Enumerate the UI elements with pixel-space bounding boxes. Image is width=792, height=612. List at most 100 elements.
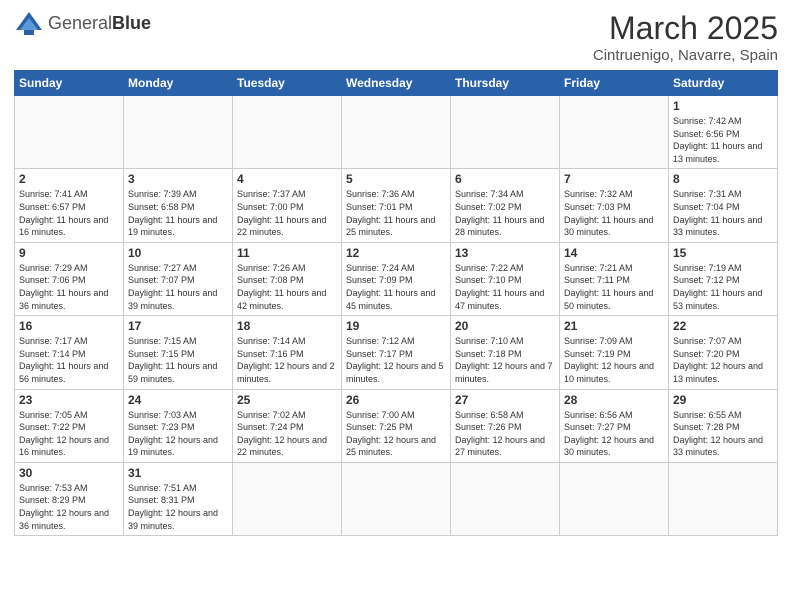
day-number: 15	[673, 246, 773, 260]
day-info: Sunrise: 7:53 AM Sunset: 8:29 PM Dayligh…	[19, 482, 119, 532]
header-row: Sunday Monday Tuesday Wednesday Thursday…	[15, 71, 778, 96]
day-number: 27	[455, 393, 555, 407]
day-number: 6	[455, 172, 555, 186]
table-row	[451, 462, 560, 535]
col-saturday: Saturday	[669, 71, 778, 96]
day-number: 28	[564, 393, 664, 407]
day-info: Sunrise: 6:56 AM Sunset: 7:27 PM Dayligh…	[564, 409, 664, 459]
table-row: 26Sunrise: 7:00 AM Sunset: 7:25 PM Dayli…	[342, 389, 451, 462]
day-info: Sunrise: 7:42 AM Sunset: 6:56 PM Dayligh…	[673, 115, 773, 165]
day-info: Sunrise: 7:09 AM Sunset: 7:19 PM Dayligh…	[564, 335, 664, 385]
day-info: Sunrise: 7:19 AM Sunset: 7:12 PM Dayligh…	[673, 262, 773, 312]
day-info: Sunrise: 7:51 AM Sunset: 8:31 PM Dayligh…	[128, 482, 228, 532]
title-location: Cintruenigo, Navarre, Spain	[593, 47, 778, 64]
table-row: 5 Sunrise: 7:36 AM Sunset: 7:01 PM Daylig…	[342, 169, 451, 242]
col-tuesday: Tuesday	[233, 71, 342, 96]
day-number: 4	[237, 172, 337, 186]
col-sunday: Sunday	[15, 71, 124, 96]
day-info: Sunrise: 7:02 AM Sunset: 7:24 PM Dayligh…	[237, 409, 337, 459]
calendar-week-4: 23 Sunrise: 7:05 AM Sunset: 7:22 PM Dayli…	[15, 389, 778, 462]
day-info: Sunrise: 7:15 AM Sunset: 7:15 PM Dayligh…	[128, 335, 228, 385]
day-number: 1	[673, 99, 773, 113]
table-row: 23 Sunrise: 7:05 AM Sunset: 7:22 PM Dayli…	[15, 389, 124, 462]
table-row: 8Sunrise: 7:31 AM Sunset: 7:04 PM Daylig…	[669, 169, 778, 242]
day-info: Sunrise: 7:27 AM Sunset: 7:07 PM Dayligh…	[128, 262, 228, 312]
day-info: Sunrise: 7:37 AM Sunset: 7:00 PM Dayligh…	[237, 188, 337, 238]
day-number: 20	[455, 319, 555, 333]
table-row: 2 Sunrise: 7:41 AM Sunset: 6:57 PM Daylig…	[15, 169, 124, 242]
day-info: Sunrise: 6:55 AM Sunset: 7:28 PM Dayligh…	[673, 409, 773, 459]
day-info: Sunrise: 7:22 AM Sunset: 7:10 PM Dayligh…	[455, 262, 555, 312]
table-row: 4 Sunrise: 7:37 AM Sunset: 7:00 PM Daylig…	[233, 169, 342, 242]
day-number: 25	[237, 393, 337, 407]
day-number: 16	[19, 319, 119, 333]
calendar-week-5: 30Sunrise: 7:53 AM Sunset: 8:29 PM Dayli…	[15, 462, 778, 535]
day-info: Sunrise: 7:07 AM Sunset: 7:20 PM Dayligh…	[673, 335, 773, 385]
calendar-week-2: 9Sunrise: 7:29 AM Sunset: 7:06 PM Daylig…	[15, 242, 778, 315]
day-number: 5	[346, 172, 446, 186]
table-row: 30Sunrise: 7:53 AM Sunset: 8:29 PM Dayli…	[15, 462, 124, 535]
table-row: 20Sunrise: 7:10 AM Sunset: 7:18 PM Dayli…	[451, 316, 560, 389]
table-row: 9Sunrise: 7:29 AM Sunset: 7:06 PM Daylig…	[15, 242, 124, 315]
calendar-table: Sunday Monday Tuesday Wednesday Thursday…	[14, 70, 778, 536]
day-info: Sunrise: 7:29 AM Sunset: 7:06 PM Dayligh…	[19, 262, 119, 312]
day-number: 8	[673, 172, 773, 186]
logo: GeneralBlue	[14, 10, 151, 38]
day-info: Sunrise: 7:24 AM Sunset: 7:09 PM Dayligh…	[346, 262, 446, 312]
table-row: 16 Sunrise: 7:17 AM Sunset: 7:14 PM Dayli…	[15, 316, 124, 389]
table-row	[560, 96, 669, 169]
table-row	[669, 462, 778, 535]
col-friday: Friday	[560, 71, 669, 96]
generalblue-logo-icon	[14, 10, 44, 38]
table-row	[233, 96, 342, 169]
day-info: Sunrise: 7:26 AM Sunset: 7:08 PM Dayligh…	[237, 262, 337, 312]
table-row	[342, 462, 451, 535]
table-row: 11 Sunrise: 7:26 AM Sunset: 7:08 PM Dayli…	[233, 242, 342, 315]
day-number: 11	[237, 246, 337, 260]
day-number: 17	[128, 319, 228, 333]
table-row	[560, 462, 669, 535]
day-number: 18	[237, 319, 337, 333]
table-row: 19Sunrise: 7:12 AM Sunset: 7:17 PM Dayli…	[342, 316, 451, 389]
table-row: 12Sunrise: 7:24 AM Sunset: 7:09 PM Dayli…	[342, 242, 451, 315]
day-number: 14	[564, 246, 664, 260]
day-info: Sunrise: 7:32 AM Sunset: 7:03 PM Dayligh…	[564, 188, 664, 238]
day-info: Sunrise: 7:21 AM Sunset: 7:11 PM Dayligh…	[564, 262, 664, 312]
table-row: 22 Sunrise: 7:07 AM Sunset: 7:20 PM Dayli…	[669, 316, 778, 389]
table-row: 28 Sunrise: 6:56 AM Sunset: 7:27 PM Dayli…	[560, 389, 669, 462]
table-row	[451, 96, 560, 169]
day-info: Sunrise: 7:34 AM Sunset: 7:02 PM Dayligh…	[455, 188, 555, 238]
calendar-week-3: 16 Sunrise: 7:17 AM Sunset: 7:14 PM Dayli…	[15, 316, 778, 389]
table-row	[233, 462, 342, 535]
table-row	[124, 96, 233, 169]
table-row: 27Sunrise: 6:58 AM Sunset: 7:26 PM Dayli…	[451, 389, 560, 462]
logo-text: GeneralBlue	[48, 14, 151, 34]
day-number: 19	[346, 319, 446, 333]
table-row	[15, 96, 124, 169]
day-info: Sunrise: 7:41 AM Sunset: 6:57 PM Dayligh…	[19, 188, 119, 238]
table-row: 15 Sunrise: 7:19 AM Sunset: 7:12 PM Dayli…	[669, 242, 778, 315]
col-thursday: Thursday	[451, 71, 560, 96]
day-number: 22	[673, 319, 773, 333]
day-number: 24	[128, 393, 228, 407]
calendar-week-0: 1 Sunrise: 7:42 AM Sunset: 6:56 PM Daylig…	[15, 96, 778, 169]
table-row: 17 Sunrise: 7:15 AM Sunset: 7:15 PM Dayli…	[124, 316, 233, 389]
table-row: 1 Sunrise: 7:42 AM Sunset: 6:56 PM Daylig…	[669, 96, 778, 169]
table-row: 13 Sunrise: 7:22 AM Sunset: 7:10 PM Dayli…	[451, 242, 560, 315]
table-row: 10Sunrise: 7:27 AM Sunset: 7:07 PM Dayli…	[124, 242, 233, 315]
day-number: 7	[564, 172, 664, 186]
day-number: 26	[346, 393, 446, 407]
day-info: Sunrise: 7:39 AM Sunset: 6:58 PM Dayligh…	[128, 188, 228, 238]
day-number: 21	[564, 319, 664, 333]
day-number: 13	[455, 246, 555, 260]
day-number: 23	[19, 393, 119, 407]
day-info: Sunrise: 7:05 AM Sunset: 7:22 PM Dayligh…	[19, 409, 119, 459]
day-number: 2	[19, 172, 119, 186]
day-number: 3	[128, 172, 228, 186]
logo-bold: Blue	[112, 13, 151, 33]
table-row: 29Sunrise: 6:55 AM Sunset: 7:28 PM Dayli…	[669, 389, 778, 462]
table-row: 6 Sunrise: 7:34 AM Sunset: 7:02 PM Daylig…	[451, 169, 560, 242]
day-info: Sunrise: 7:17 AM Sunset: 7:14 PM Dayligh…	[19, 335, 119, 385]
table-row: 3 Sunrise: 7:39 AM Sunset: 6:58 PM Daylig…	[124, 169, 233, 242]
day-info: Sunrise: 7:36 AM Sunset: 7:01 PM Dayligh…	[346, 188, 446, 238]
